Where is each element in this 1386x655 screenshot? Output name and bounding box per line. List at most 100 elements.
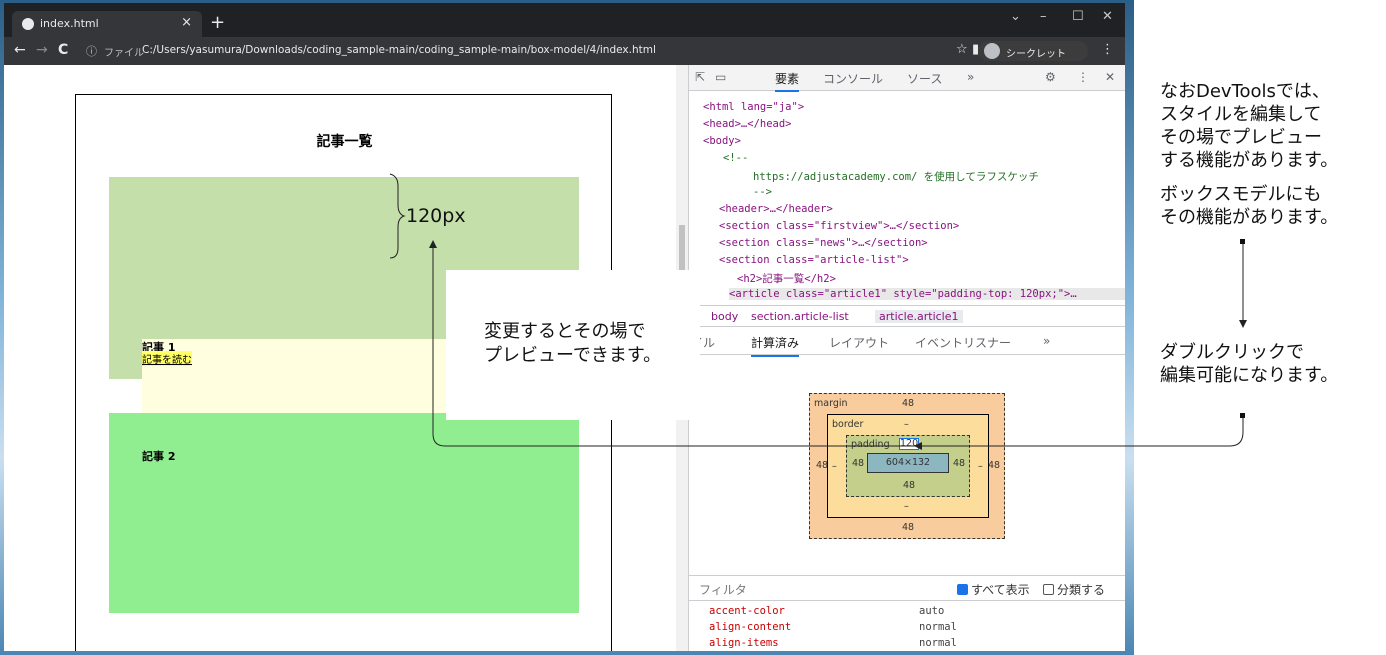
checkbox-checked-icon xyxy=(957,584,968,595)
padding-right-value[interactable]: 48 xyxy=(953,458,965,469)
property-value: normal xyxy=(919,637,957,649)
tab-search-icon[interactable]: ⌄ xyxy=(1010,9,1021,24)
maximize-button[interactable]: ☐ xyxy=(1072,9,1084,24)
group-checkbox[interactable]: 分類する xyxy=(1043,581,1105,598)
address-url[interactable]: C:/Users/yasumura/Downloads/coding_sampl… xyxy=(142,44,656,56)
border-label: border xyxy=(832,419,864,430)
crumb-section[interactable]: section.article-list xyxy=(751,310,849,323)
border-left-value[interactable]: – xyxy=(832,461,837,472)
dom-node[interactable]: <header>…</header> xyxy=(719,203,833,215)
scheme-label: ファイル xyxy=(104,48,144,59)
tab-elements[interactable]: 要素 xyxy=(775,70,800,92)
article-2: 記事 2 xyxy=(109,413,579,613)
padding-left-value[interactable]: 48 xyxy=(852,458,864,469)
callout-text: 変更するとその場で プレビューできます。 xyxy=(484,320,661,368)
dom-tree: <html lang="ja"> <head>…</head> <body> <!--… xyxy=(689,91,1125,303)
property-value: normal xyxy=(919,621,957,633)
padding-bottom-value[interactable]: 48 xyxy=(903,480,915,491)
more-tabs-icon[interactable]: » xyxy=(967,70,974,84)
screenshot-stage: index.html × + ⌄ – ☐ ✕ ← → C ⓘ ファイル C:/U… xyxy=(0,0,1386,655)
border-top-value[interactable]: – xyxy=(904,419,909,430)
note-line: その機能があります。 xyxy=(1160,207,1339,228)
margin-top-value[interactable]: 48 xyxy=(902,398,914,409)
padding-top-editor[interactable]: 120 xyxy=(899,438,919,450)
note-line: スタイルを編集して xyxy=(1160,104,1322,125)
side-note-devtools: なおDevToolsでは、 スタイルを編集して その場でプレビュー する機能があ… xyxy=(1160,80,1338,172)
computed-filter-bar: フィルタ すべて表示 分類する xyxy=(689,575,1125,601)
group-label: 分類する xyxy=(1057,583,1106,597)
bookmark-star-icon[interactable]: ☆ xyxy=(956,42,968,57)
more-subtabs-icon[interactable]: » xyxy=(1043,334,1050,348)
note-line: その場でプレビュー xyxy=(1160,127,1322,148)
dom-node[interactable]: <h2>記事一覧</h2> xyxy=(737,271,836,286)
close-window-button[interactable]: ✕ xyxy=(1102,9,1113,24)
new-tab-button[interactable]: + xyxy=(210,12,225,33)
tab-title: index.html xyxy=(40,17,99,30)
read-article-link[interactable]: 記事を読む xyxy=(142,351,192,366)
minimize-button[interactable]: – xyxy=(1040,9,1047,24)
show-all-checkbox[interactable]: すべて表示 xyxy=(957,581,1030,598)
note-line: する機能があります。 xyxy=(1160,150,1339,171)
tab-computed[interactable]: 計算済み xyxy=(751,334,800,357)
callout-line: 変更するとその場で xyxy=(484,321,646,342)
padding-size-label: 120px xyxy=(406,205,466,227)
devtools-menu-icon[interactable]: ⋮ xyxy=(1077,70,1089,84)
show-all-label: すべて表示 xyxy=(971,583,1030,597)
dom-node[interactable]: <head>…</head> xyxy=(703,118,792,130)
inspect-element-icon[interactable]: ⇱ xyxy=(695,70,705,84)
property-name[interactable]: accent-color xyxy=(709,605,785,617)
filter-input[interactable]: フィルタ xyxy=(699,581,747,598)
forward-button[interactable]: → xyxy=(36,42,48,58)
dom-node[interactable]: <body> xyxy=(703,135,741,147)
dom-node[interactable]: --> xyxy=(753,186,772,198)
dom-node[interactable]: <section class="news">…</section> xyxy=(719,237,928,249)
margin-right-value[interactable]: 48 xyxy=(988,460,1000,471)
dom-node[interactable]: https://adjustacademy.com/ を使用してラフスケッチ xyxy=(753,169,1039,184)
browser-toolbar: ← → C ⓘ ファイル C:/Users/yasumura/Downloads… xyxy=(4,37,1125,65)
tab-event-listeners[interactable]: イベントリスナー xyxy=(915,334,1011,351)
property-value: auto xyxy=(919,605,945,617)
tab-console[interactable]: コンソール xyxy=(823,70,883,87)
back-button[interactable]: ← xyxy=(14,42,26,58)
property-name[interactable]: align-content xyxy=(709,621,791,633)
dom-node[interactable]: <html lang="ja"> xyxy=(703,101,804,113)
tab-bar: index.html × + ⌄ – ☐ ✕ xyxy=(4,3,1125,37)
anchor-dot-icon xyxy=(1240,413,1245,418)
box-model-content[interactable]: 604×132 xyxy=(867,453,949,473)
device-toolbar-icon[interactable]: ▭ xyxy=(715,70,726,84)
note-line: なおDevToolsでは、 xyxy=(1160,81,1330,102)
devtools-panel: ⇱ ▭ 要素 コンソール ソース » ⚙ ⋮ ✕ <html lang="ja"… xyxy=(688,65,1125,651)
margin-label: margin xyxy=(814,398,848,409)
dom-node[interactable]: <section class="article-list"> xyxy=(719,254,909,266)
property-name[interactable]: align-items xyxy=(709,637,779,649)
reload-button[interactable]: C xyxy=(58,42,68,58)
close-tab-icon[interactable]: × xyxy=(181,15,192,30)
page-title: 記事一覧 xyxy=(316,134,373,150)
tab-sources[interactable]: ソース xyxy=(907,70,942,87)
border-right-value[interactable]: – xyxy=(978,461,983,472)
incognito-icon xyxy=(984,43,1000,59)
callout-line: プレビューできます。 xyxy=(484,345,662,366)
settings-gear-icon[interactable]: ⚙ xyxy=(1045,70,1056,84)
tab-layout[interactable]: レイアウト xyxy=(829,334,889,351)
address-bar[interactable]: ⓘ ファイル C:/Users/yasumura/Downloads/codin… xyxy=(82,41,1012,61)
incognito-badge[interactable]: シークレット xyxy=(978,41,1088,61)
incognito-label: シークレット xyxy=(1006,49,1066,60)
side-note-doubleclick: ダブルクリックで 編集可能になります。 xyxy=(1160,341,1338,387)
border-bottom-value[interactable]: – xyxy=(904,501,909,512)
close-devtools-icon[interactable]: ✕ xyxy=(1105,70,1115,84)
dom-node[interactable]: <article class="article1" style="padding… xyxy=(729,288,1125,300)
info-icon[interactable]: ⓘ xyxy=(86,43,97,59)
dom-node[interactable]: <!-- xyxy=(723,152,748,164)
tab-index-html[interactable]: index.html × xyxy=(12,11,202,37)
menu-kebab-icon[interactable]: ⋮ xyxy=(1101,42,1114,57)
breadcrumb: l body section.article-list article.arti… xyxy=(689,305,1125,327)
box-model-border: border – – – – padding 120 48 48 48 604×… xyxy=(827,414,989,518)
margin-bottom-value[interactable]: 48 xyxy=(902,522,914,533)
note-line: ダブルクリックで xyxy=(1160,342,1304,363)
dom-node[interactable]: <section class="firstview">…</section> xyxy=(719,220,959,232)
crumb-body[interactable]: body xyxy=(711,310,738,323)
crumb-article[interactable]: article.article1 xyxy=(875,310,963,323)
anchor-dot-icon xyxy=(1240,239,1245,244)
side-note-boxmodel: ボックスモデルにも その機能があります。 xyxy=(1160,183,1338,229)
